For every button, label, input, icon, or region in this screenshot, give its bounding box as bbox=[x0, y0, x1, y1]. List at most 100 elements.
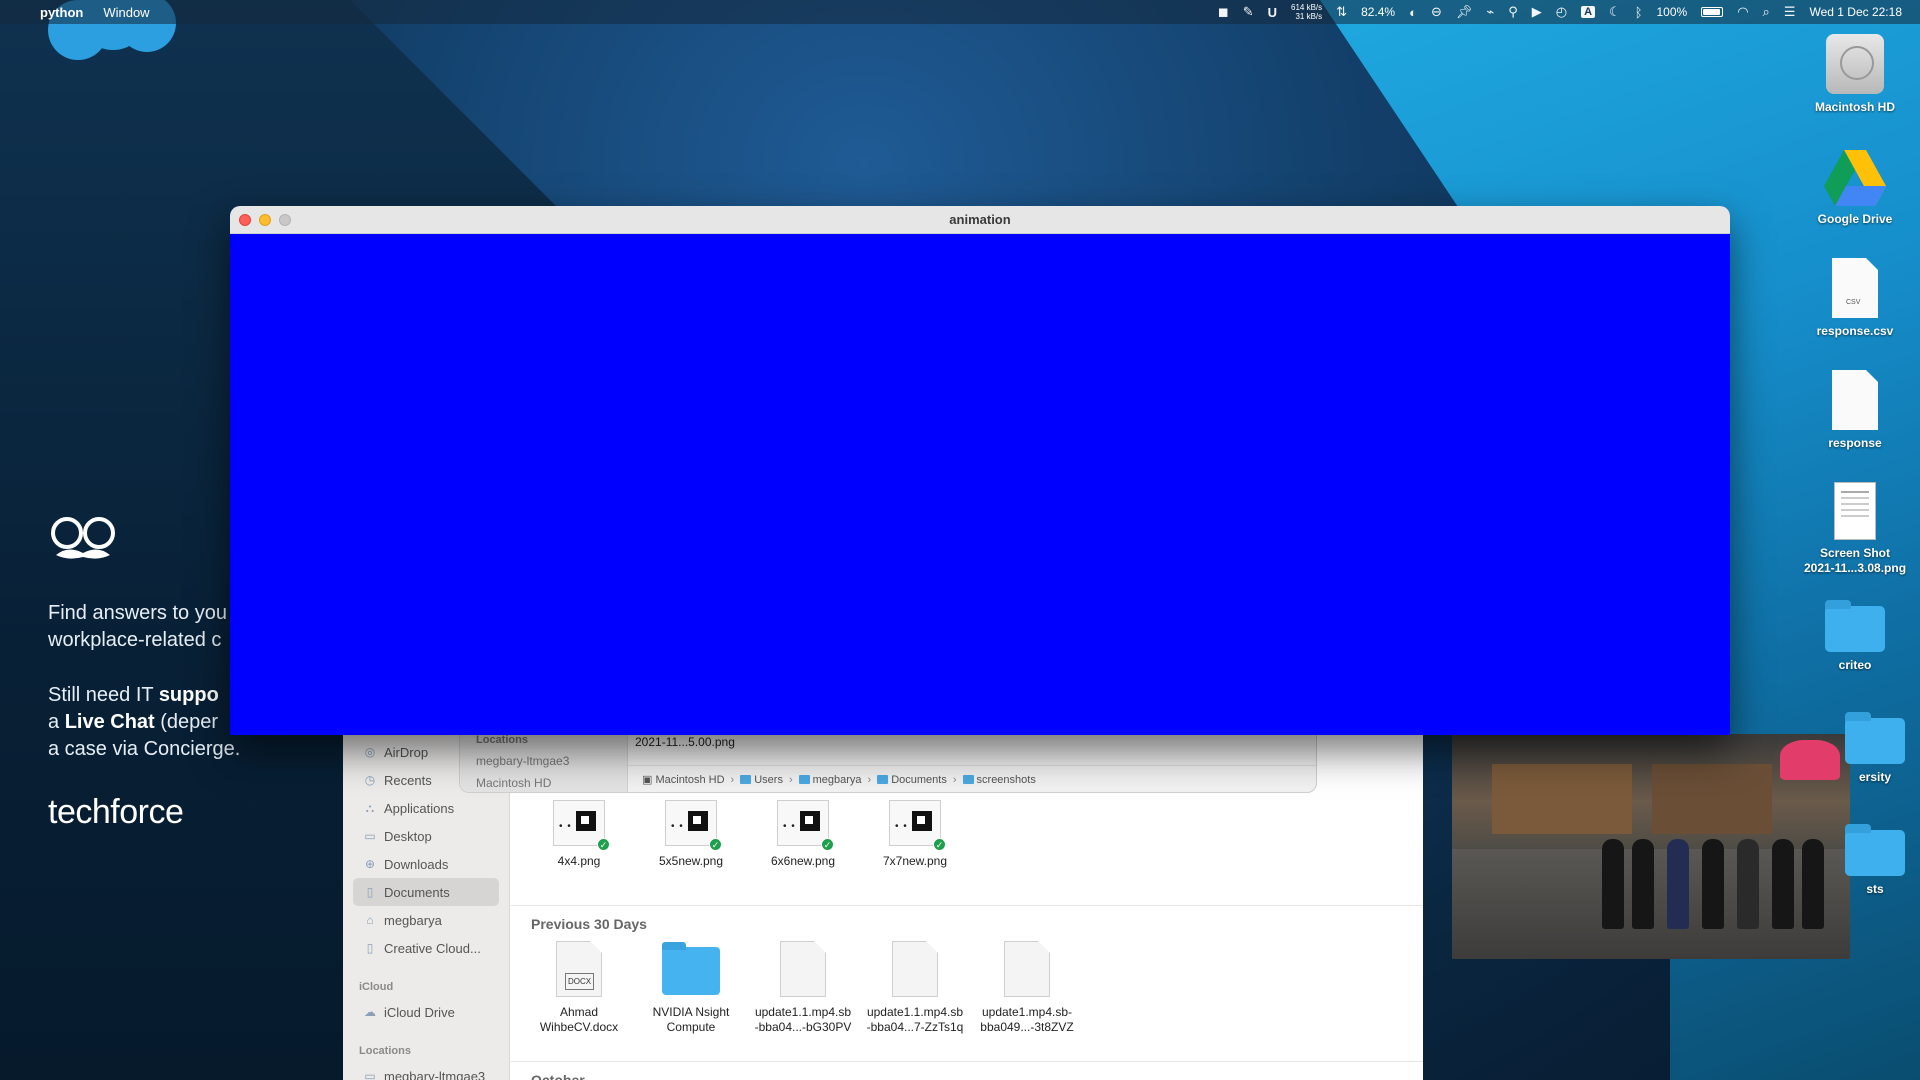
control-center-icon[interactable]: ☰ bbox=[1784, 4, 1796, 20]
png-thumbnail: • • • ✓ bbox=[889, 800, 946, 851]
input-source-icon[interactable]: A bbox=[1581, 6, 1596, 18]
chevron-right-icon: › bbox=[952, 773, 957, 786]
search-icon[interactable]: ⌕ bbox=[1763, 4, 1770, 20]
sidebar-item-desktop[interactable]: ▭ Desktop bbox=[343, 822, 509, 850]
menu-bar: python Window ◼ ✎ U 614 kB/s 31 kB/s ⇅ 8… bbox=[0, 0, 1920, 24]
path-screenshots[interactable]: screenshots bbox=[962, 774, 1036, 786]
applications-icon: ⛬ bbox=[365, 800, 375, 815]
hard-drive-icon bbox=[1826, 34, 1884, 94]
battery-percent[interactable]: 100% bbox=[1657, 5, 1688, 19]
dialog-location-item-2[interactable]: Macintosh HD bbox=[476, 776, 627, 790]
key-icon[interactable]: ⚲ bbox=[1508, 4, 1518, 20]
dialog-location-item[interactable]: megbary-ltmgae3 bbox=[476, 754, 627, 768]
folder-icon bbox=[877, 774, 889, 784]
file-item[interactable]: • • • ✓ 7x7new.png bbox=[859, 800, 971, 905]
folder-icon bbox=[1825, 600, 1885, 652]
cast-icon[interactable]: ⌁ bbox=[1486, 4, 1494, 20]
video-preview[interactable] bbox=[1452, 734, 1850, 959]
desktop-icon-response[interactable]: response bbox=[1797, 370, 1913, 451]
cpu-usage[interactable]: 82.4% bbox=[1361, 5, 1395, 19]
wifi-icon[interactable]: ◠ bbox=[1737, 4, 1748, 20]
file-item[interactable]: update1.mp4.sb-bba049...-3t8ZVZ bbox=[971, 941, 1083, 1035]
animation-canvas[interactable] bbox=[230, 234, 1730, 735]
sidebar-item-downloads[interactable]: ⊕ Downloads bbox=[343, 850, 509, 878]
desktop-icon-macintosh-hd[interactable]: Macintosh HD bbox=[1797, 34, 1913, 115]
sidebar-item-location[interactable]: ▭ megbary-ltmgae3 bbox=[343, 1062, 509, 1080]
network-speed[interactable]: 614 kB/s 31 kB/s bbox=[1291, 3, 1322, 21]
dialog-selected-file[interactable]: 2021-11...5.00.png bbox=[635, 735, 735, 749]
png-thumbnail: • • • ✓ bbox=[665, 800, 722, 851]
file-item[interactable]: update1.1.mp4.sb -bba04...7-ZzTs1q bbox=[859, 941, 971, 1035]
chevron-right-icon: › bbox=[730, 773, 735, 786]
airdrop-icon: ◎ bbox=[364, 745, 376, 759]
previous-files-row: DOCX Ahmad WihbeCV.docx NVIDIA Nsight Comp… bbox=[511, 941, 1423, 1061]
animation-window[interactable]: animation bbox=[230, 206, 1730, 735]
desktop-icon-screenshot[interactable]: Screen Shot 2021-11...3.08.png bbox=[1797, 482, 1913, 576]
cloud-icon: ☁ bbox=[364, 1005, 376, 1019]
laptop-icon: ▭ bbox=[364, 1069, 376, 1080]
notes-app-icon[interactable]: ✎ bbox=[1243, 4, 1254, 20]
folder-icon bbox=[1845, 712, 1905, 764]
path-bar: ▣ Macintosh HD › Users › megbarya › Docu… bbox=[628, 765, 1316, 792]
file-item[interactable]: NVIDIA Nsight Compute bbox=[635, 941, 747, 1035]
png-thumbnail: • • • ✓ bbox=[553, 800, 610, 851]
chevron-right-icon: › bbox=[867, 773, 872, 786]
sidebar-item-home[interactable]: ⌂ megbarya bbox=[343, 906, 509, 934]
folder-icon bbox=[662, 942, 720, 995]
desktop-icon-folder-sts[interactable]: sts bbox=[1797, 824, 1913, 897]
path-megbarya[interactable]: megbarya bbox=[798, 774, 862, 786]
chevron-right-icon: › bbox=[788, 773, 793, 786]
synced-check-icon: ✓ bbox=[821, 838, 834, 851]
path-macintosh-hd[interactable]: ▣ Macintosh HD bbox=[642, 773, 725, 786]
sidebar-item-applications[interactable]: ⛬ Applications bbox=[343, 794, 509, 822]
file-item[interactable]: DOCX Ahmad WihbeCV.docx bbox=[523, 941, 635, 1035]
desktop-icon-folder-ersity[interactable]: ersity bbox=[1797, 712, 1913, 785]
download-icon: ⊕ bbox=[364, 857, 376, 871]
sidebar-heading-locations: Locations bbox=[359, 1045, 411, 1057]
file-item[interactable]: • • • ✓ 6x6new.png bbox=[747, 800, 859, 905]
file-item[interactable]: • • • ✓ 4x4.png bbox=[523, 800, 635, 905]
bluetooth-icon[interactable]: ᛒ bbox=[1635, 5, 1643, 20]
play-icon[interactable]: ▶ bbox=[1532, 4, 1542, 20]
desktop-icon-criteo[interactable]: criteo bbox=[1797, 600, 1913, 673]
dialog-locations-heading: Locations bbox=[476, 734, 528, 746]
techforce-glasses-logo-icon bbox=[51, 517, 115, 559]
techforce-brand: techforce bbox=[48, 793, 184, 831]
path-documents[interactable]: Documents bbox=[877, 774, 947, 786]
sidebar-item-documents[interactable]: ▯ Documents bbox=[353, 878, 499, 906]
desktop-icon-response-csv[interactable]: CSV response.csv bbox=[1797, 258, 1913, 339]
menu-clock[interactable]: Wed 1 Dec 22:18 bbox=[1809, 5, 1902, 19]
google-drive-icon bbox=[1824, 150, 1886, 206]
sidebar-heading-icloud: iCloud bbox=[359, 981, 394, 993]
path-users[interactable]: Users bbox=[740, 774, 783, 786]
battery-icon[interactable] bbox=[1701, 7, 1724, 17]
drive-icon: ▣ bbox=[642, 774, 653, 786]
file-item[interactable]: • • • ✓ 5x5new.png bbox=[635, 800, 747, 905]
moon-icon[interactable]: ☾ bbox=[1609, 4, 1621, 20]
focus-icon[interactable]: ⊖ bbox=[1431, 4, 1442, 20]
docx-file-icon: DOCX bbox=[556, 941, 602, 997]
time-machine-icon[interactable]: ◴ bbox=[1556, 4, 1567, 20]
generic-file-icon bbox=[892, 941, 938, 997]
window-titlebar[interactable]: animation bbox=[230, 206, 1730, 234]
app-menu[interactable]: python bbox=[40, 5, 83, 20]
synced-check-icon: ✓ bbox=[933, 838, 946, 851]
csv-file-icon: CSV bbox=[1832, 258, 1878, 318]
pin-icon[interactable]: 📌︎ bbox=[1456, 4, 1473, 20]
clock-icon: ◷ bbox=[364, 773, 376, 787]
memory-icon: ⇅ bbox=[1336, 4, 1348, 19]
creative-cloud-icon[interactable]: ◐ bbox=[1409, 5, 1417, 20]
u-app-icon[interactable]: U bbox=[1268, 5, 1277, 20]
section-october: October bbox=[511, 1061, 1423, 1080]
synced-check-icon: ✓ bbox=[709, 838, 722, 851]
generic-file-icon bbox=[780, 941, 826, 997]
desktop-icon: ▭ bbox=[364, 829, 376, 843]
sidebar-item-creative-cloud[interactable]: ▯ Creative Cloud... bbox=[343, 934, 509, 962]
camera-icon[interactable]: ◼ bbox=[1218, 4, 1229, 20]
desktop-icon-google-drive[interactable]: Google Drive bbox=[1797, 150, 1913, 227]
window-menu[interactable]: Window bbox=[103, 5, 149, 20]
sidebar-item-icloud-drive[interactable]: ☁ iCloud Drive bbox=[343, 998, 509, 1026]
document-icon: ▯ bbox=[366, 885, 374, 899]
file-item[interactable]: update1.1.mp4.sb -bba04...-bG30PV bbox=[747, 941, 859, 1035]
folder-icon bbox=[962, 774, 974, 784]
